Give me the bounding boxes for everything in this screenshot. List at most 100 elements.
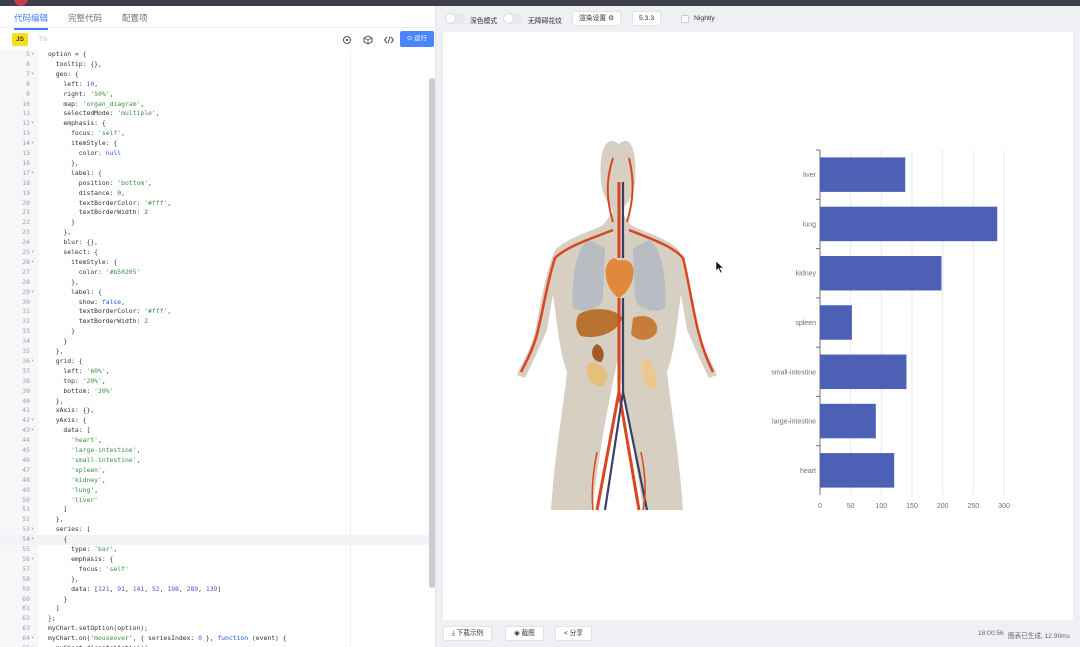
code-line[interactable]: 25 ▾ select: {	[0, 248, 430, 258]
code-line[interactable]: 64 ▾ myChart.on('mouseover', { seriesIndex…	[0, 634, 430, 644]
version-select[interactable]: 5.3.3	[632, 11, 662, 26]
render-settings-button[interactable]: 渲染设置 ⚙	[572, 11, 622, 26]
fold-toggle-icon[interactable]: ▾	[31, 416, 34, 426]
code-line[interactable]: 16 },	[0, 159, 430, 169]
code-line[interactable]: 63 myChart.setOption(option);	[0, 624, 430, 634]
code-line[interactable]: 21 textBorderWidth: 2	[0, 208, 430, 218]
code-line[interactable]: 39 bottom: '20%'	[0, 387, 430, 397]
code-line[interactable]: 19 distance: 0,	[0, 189, 430, 199]
code-line[interactable]: 47 'spleen',	[0, 466, 430, 476]
code-line[interactable]: 30 show: false,	[0, 298, 430, 308]
fold-toggle-icon[interactable]: ▾	[31, 50, 34, 60]
code-line[interactable]: 48 'kidney',	[0, 476, 430, 486]
code-line[interactable]: 28 },	[0, 278, 430, 288]
code-line[interactable]: 9 right: '50%',	[0, 90, 430, 100]
format-icon[interactable]	[341, 33, 353, 45]
code-line[interactable]: 50 'liver'	[0, 496, 430, 506]
fold-toggle-icon[interactable]: ▾	[31, 288, 34, 298]
code-line[interactable]: 8 left: 10,	[0, 80, 430, 90]
fold-toggle-icon[interactable]: ▾	[31, 535, 34, 545]
fold-toggle-icon[interactable]: ▾	[31, 119, 34, 129]
fold-toggle-icon[interactable]: ▾	[31, 70, 34, 80]
code-line[interactable]: 61 ]	[0, 604, 430, 614]
code-line[interactable]: 26 ▾ itemStyle: {	[0, 258, 430, 268]
tab-config[interactable]: 配置项	[122, 12, 148, 24]
code-line[interactable]: 23 },	[0, 228, 430, 238]
code-line[interactable]: 15 color: null	[0, 149, 430, 159]
code-line[interactable]: 14 ▾ itemStyle: {	[0, 139, 430, 149]
share-button[interactable]: < 分享	[555, 626, 592, 641]
fold-toggle-icon[interactable]: ▾	[31, 169, 34, 179]
code-line[interactable]: 46 'small-intestine',	[0, 456, 430, 466]
code-line[interactable]: 27 color: '#b50205'	[0, 268, 430, 278]
code-line[interactable]: 41 xAxis: {},	[0, 406, 430, 416]
code-line[interactable]: 12 ▾ emphasis: {	[0, 119, 430, 129]
code-line[interactable]: 53 ▾ series: [	[0, 525, 430, 535]
editor-scrollbar[interactable]	[429, 78, 435, 588]
code-line[interactable]: 17 ▾ label: {	[0, 169, 430, 179]
code-line[interactable]: 24 blur: {},	[0, 238, 430, 248]
code-line[interactable]: 37 left: '60%',	[0, 367, 430, 377]
fold-toggle-icon[interactable]: ▾	[31, 357, 34, 367]
code-line[interactable]: 22 }	[0, 218, 430, 228]
code-line[interactable]: 35 },	[0, 347, 430, 357]
lang-js-button[interactable]: JS	[12, 33, 28, 46]
bar-kidney[interactable]	[820, 255, 942, 291]
code-line[interactable]: 11 selectedMode: 'multiple',	[0, 109, 430, 119]
bar-small-intestine[interactable]	[820, 354, 907, 390]
code-line[interactable]: 18 position: 'bottom',	[0, 179, 430, 189]
tab-code-editor[interactable]: 代码编辑	[14, 12, 49, 30]
code-line[interactable]: 51 ]	[0, 505, 430, 515]
code-line[interactable]: 42 ▾ yAxis: {	[0, 416, 430, 426]
code-line[interactable]: 36 ▾ grid: {	[0, 357, 430, 367]
code-line[interactable]: 13 focus: 'self',	[0, 129, 430, 139]
code-line[interactable]: 43 ▾ data: [	[0, 426, 430, 436]
code-line[interactable]: 55 type: 'bar',	[0, 545, 430, 555]
chart-canvas[interactable]: 0 50 100 150 200 250 300 heart large-intestine sm…	[443, 32, 1073, 620]
code-line[interactable]: 62};	[0, 614, 430, 624]
box-icon[interactable]	[362, 33, 374, 45]
code-line[interactable]: 34 }	[0, 337, 430, 347]
code-line[interactable]: 52 },	[0, 515, 430, 525]
fold-toggle-icon[interactable]: ▾	[31, 139, 34, 149]
dark-mode-toggle[interactable]	[445, 13, 465, 24]
code-line[interactable]: 56 ▾ emphasis: {	[0, 555, 430, 565]
code-line[interactable]: 45 'large-intestine',	[0, 446, 430, 456]
nightly-checkbox[interactable]	[681, 15, 689, 23]
fold-toggle-icon[interactable]: ▾	[31, 258, 34, 268]
fold-toggle-icon[interactable]: ▾	[31, 525, 34, 535]
fold-toggle-icon[interactable]: ▾	[31, 555, 34, 565]
code-line[interactable]: 32 textBorderWidth: 2	[0, 317, 430, 327]
code-line[interactable]: 58 },	[0, 575, 430, 585]
code-line[interactable]: 31 textBorderColor: '#fff',	[0, 307, 430, 317]
code-line[interactable]: 29 ▾ label: {	[0, 288, 430, 298]
code-line[interactable]: 54 ▾ {	[0, 535, 430, 545]
code-line[interactable]: 33 }	[0, 327, 430, 337]
fold-toggle-icon[interactable]: ▾	[31, 426, 34, 436]
code-line[interactable]: 20 textBorderColor: '#fff',	[0, 199, 430, 209]
aria-pattern-toggle[interactable]	[503, 13, 523, 24]
code-line[interactable]: 10 map: 'organ_diagram',	[0, 100, 430, 110]
tab-full-code[interactable]: 完整代码	[68, 12, 102, 24]
code-line[interactable]: 44 'heart',	[0, 436, 430, 446]
run-button[interactable]: ⊙ 运行	[400, 31, 434, 47]
bar-liver[interactable]	[820, 157, 906, 192]
screenshot-button[interactable]: ◉ 截图	[505, 626, 544, 641]
fold-toggle-icon[interactable]: ▾	[31, 634, 34, 644]
fold-toggle-icon[interactable]: ▾	[31, 248, 34, 258]
bar-heart[interactable]	[820, 453, 895, 488]
code-line[interactable]: 6 tooltip: {},	[0, 60, 430, 70]
code-line[interactable]: 59 data: [121, 91, 141, 52, 198, 289, 13…	[0, 585, 430, 595]
bar-spleen[interactable]	[820, 305, 852, 340]
download-example-button[interactable]: ⤓ 下载示例	[443, 626, 493, 641]
code-line[interactable]: 38 top: '20%',	[0, 377, 430, 387]
code-line[interactable]: 57 focus: 'self'	[0, 565, 430, 575]
code-line[interactable]: 60 }	[0, 595, 430, 605]
bar-lung[interactable]	[820, 206, 998, 242]
code-line[interactable]: 7 ▾ geo: {	[0, 70, 430, 80]
code-line[interactable]: 5 ▾ option = {	[0, 50, 430, 60]
code-line[interactable]: 49 'lung',	[0, 486, 430, 496]
code-icon[interactable]	[383, 33, 395, 45]
bar-large-intestine[interactable]	[820, 403, 876, 439]
code-line[interactable]: 40 },	[0, 397, 430, 407]
